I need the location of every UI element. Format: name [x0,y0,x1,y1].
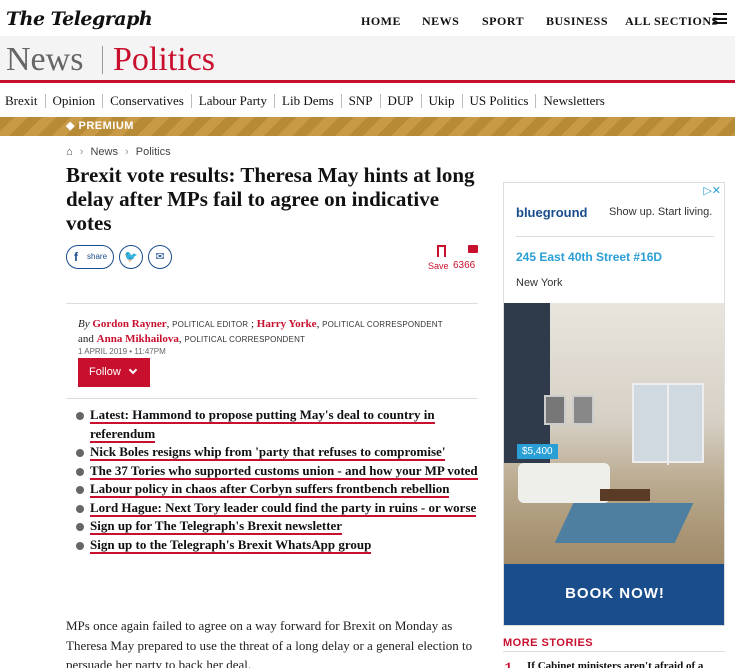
follow-label: Follow [89,366,121,378]
twitter-share-button[interactable]: 🐦 [119,245,143,269]
ad-brand[interactable]: blueground [516,205,588,220]
more-story-link[interactable]: If Cabinet ministers aren't afraid of a [527,660,703,668]
twitter-icon: 🐦 [124,251,138,263]
email-icon: ✉ [155,251,165,263]
site-logo[interactable]: The Telegraph [6,8,153,30]
breadcrumb-separator: › [125,146,129,158]
byline-comma: , [166,318,170,330]
section-divider [102,46,103,74]
ad-tagline: Show up. Start living. [609,206,713,218]
list-item: Sign up for The Telegraph's Brexit newsl… [76,517,486,536]
breadcrumb-news[interactable]: News [90,146,118,158]
email-share-button[interactable]: ✉ [148,245,172,269]
more-stories-title: MORE STORIES [503,637,594,649]
divider [503,651,725,652]
breadcrumb: ⌂ › News › Politics [66,146,171,158]
ad-photo-table [600,489,650,501]
breadcrumb-separator: › [79,146,84,158]
subnav-item[interactable]: Brexit [0,94,46,108]
subnav-item[interactable]: Newsletters [536,94,611,108]
byline-and: and [78,333,94,345]
divider [66,303,478,304]
nav-business[interactable]: BUSINESS [546,14,608,29]
byline-by: By [78,318,90,330]
subnav-item[interactable]: DUP [381,94,422,108]
ad-photo-art [544,395,566,425]
list-item: Latest: Hammond to propose putting May's… [76,406,486,443]
related-link[interactable]: Latest: Hammond to propose putting May's… [90,407,435,443]
related-link[interactable]: The 37 Tories who supported customs unio… [90,462,478,480]
article-headline: Brexit vote results: Theresa May hints a… [66,163,475,235]
ad-price-badge: $5,400 [517,444,558,459]
list-item: The 37 Tories who supported customs unio… [76,462,486,481]
nav-sport[interactable]: SPORT [482,14,524,29]
ad-choices-icon[interactable]: ▷✕ [703,184,721,197]
publish-date: 1 APRIL 2019 • 11:47PM [78,347,166,356]
share-label: share [87,252,108,261]
author-link[interactable]: Gordon Rayner [92,318,166,330]
section-title-news[interactable]: News [6,41,83,79]
ad-photo-art [572,395,594,425]
subnav-item[interactable]: Opinion [46,94,104,108]
save-button[interactable]: Save [428,261,449,271]
nav-all-sections[interactable]: ALL SECTIONS [625,14,719,29]
related-link[interactable]: Sign up for The Telegraph's Brexit newsl… [90,518,343,535]
subnav-item[interactable]: Lib Dems [275,94,342,108]
subnav-item[interactable]: Ukip [422,94,463,108]
ad-city: New York [516,277,563,289]
related-link[interactable]: Lord Hague: Next Tory leader could find … [90,499,477,517]
author-role: POLITICAL CORRESPONDENT [184,335,306,344]
bookmark-icon[interactable] [437,245,446,260]
subnav-item[interactable]: SNP [342,94,381,108]
subnav-item[interactable]: US Politics [463,94,537,108]
author-link[interactable]: Harry Yorke [257,318,317,330]
author-role: POLITICAL EDITOR [172,320,249,329]
list-item: Nick Boles resigns whip from 'party that… [76,443,486,462]
ad-photo-window [632,383,704,465]
comment-count[interactable]: 6366 [453,260,475,271]
ad-photo-rug [554,503,694,543]
byline-comma: , [178,333,182,345]
premium-badge: ◆ PREMIUM [66,120,134,132]
list-item: Sign up to the Telegraph's Brexit WhatsA… [76,536,486,555]
ad-address[interactable]: 245 East 40th Street #16D [516,250,662,264]
chevron-down-icon [128,365,138,375]
ad-apartment-photo[interactable]: $5,400 [504,303,724,564]
section-title-politics[interactable]: Politics [113,41,215,79]
nav-news[interactable]: NEWS [422,14,459,29]
nav-home[interactable]: HOME [361,14,401,29]
subnav-item[interactable]: Labour Party [192,94,276,108]
related-link[interactable]: Sign up to the Telegraph's Brexit WhatsA… [90,536,372,554]
book-now-button[interactable]: BOOK NOW! [504,564,724,625]
related-links: Latest: Hammond to propose putting May's… [76,406,486,554]
related-link[interactable]: Labour policy in chaos after Corbyn suff… [90,481,450,498]
article-body: MPs once again failed to agree on a way … [66,618,473,668]
facebook-share-button[interactable]: f share [66,245,114,269]
author-link[interactable]: Anna Mikhailova [97,333,179,345]
story-number: 1 [503,657,514,668]
byline-comma: , [316,318,320,330]
list-item: Lord Hague: Next Tory leader could find … [76,499,486,518]
divider [66,398,478,399]
follow-button[interactable]: Follow [78,358,150,387]
menu-icon[interactable] [713,13,727,24]
section-rule [0,80,735,83]
byline-separator: ; [250,318,255,330]
subnav-item[interactable]: Conservatives [103,94,192,108]
facebook-icon: f [74,250,78,264]
subnav: Brexit Opinion Conservatives Labour Party Li… [0,93,735,109]
advertisement[interactable]: ▷✕ blueground Show up. Start living. 245… [503,182,725,626]
ad-photo-sofa [518,463,610,503]
author-role: POLITICAL CORRESPONDENT [322,320,443,329]
ad-photo-wall [504,303,550,463]
breadcrumb-politics[interactable]: Politics [136,146,171,158]
byline: By Gordon Rayner, POLITICAL EDITOR ; Har… [78,317,468,347]
comment-icon[interactable] [468,245,478,253]
section-header [0,36,735,82]
related-link[interactable]: Nick Boles resigns whip from 'party that… [90,444,446,461]
list-item: Labour policy in chaos after Corbyn suff… [76,480,486,499]
ad-divider [516,236,714,237]
home-icon[interactable]: ⌂ [66,146,73,158]
